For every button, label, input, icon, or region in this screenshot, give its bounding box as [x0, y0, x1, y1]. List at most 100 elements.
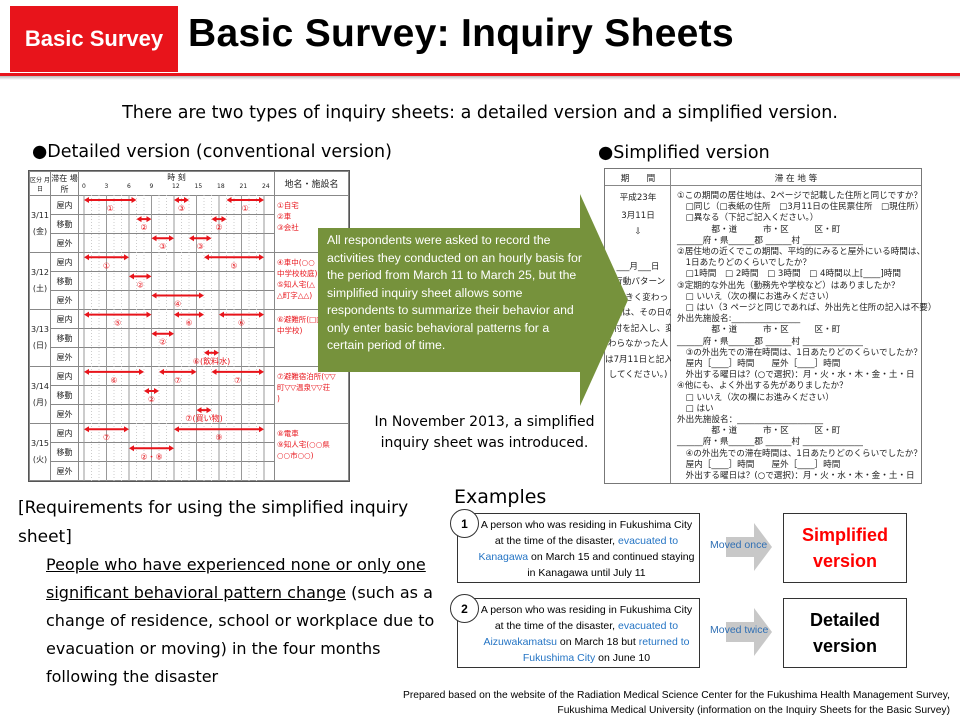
activity-bar: ⑤ [204, 254, 264, 270]
place-type: 移動 [50, 271, 79, 291]
activity-bar: ③ [151, 235, 174, 251]
place-note: ⑧電車 [277, 429, 299, 438]
activity-bar: ⑦(買い物) [185, 407, 223, 423]
activity-label: ④ [174, 300, 181, 309]
form-line: ③定期的な外出先（勤務先や学校など）はありましたか？ [677, 280, 900, 291]
day-weekday: (金) [32, 227, 48, 236]
detailed-inquiry-sheet-image: 区分 月日 滞在 場所 時 刻 0 3 6 9 12 15 18 21 24 地名・施設名 3/11 (金)… [28, 170, 350, 482]
example-description: A person who was residing in Fukushima C… [457, 513, 700, 583]
activity-label: ③ [159, 242, 166, 251]
activity-bar: ① [84, 254, 129, 270]
day-weekday: (土) [32, 284, 48, 293]
activity-bar: ⑥(飲料水) [193, 349, 230, 366]
form-line: ______府・県______郡 ______村 ______________ [677, 336, 863, 347]
examples-heading: Examples [454, 486, 547, 508]
title-divider-shadow [0, 76, 960, 80]
source-line-1: Prepared based on the website of the Rad… [403, 690, 950, 701]
introduction-note: In November 2013, a simplified inquiry s… [374, 414, 595, 451]
col-stay: 滞 在 地 等 [774, 174, 818, 184]
activity-bar: ② [129, 273, 152, 289]
hour-tick: 21 [239, 183, 248, 190]
place-type: 移動 [50, 385, 79, 405]
result-label: Detailed version [809, 610, 881, 656]
activity-label: ⑦(買い物) [185, 413, 222, 423]
activity-bar: ⑦ [159, 368, 197, 385]
activity-bar: ② [144, 388, 159, 404]
form-line: □同じ（□表紙の住所 □3月11日の住民票住所 □現住所） [677, 202, 924, 213]
place-type: 屋内 [50, 423, 79, 443]
form-line: ______府・県______郡 ______村 ______________ [677, 437, 863, 448]
place-type: 移動 [50, 214, 79, 234]
timeline-bars: ① ③ ① ② ② ③ ③ ① ⑤ ② ④ ⑤ ⑥ ⑥ ② ⑥(飲料水) ⑥ ⑦ ⑦ ② ⑦(買い物) ⑦ ⑨ ②・⑧ [83, 195, 265, 481]
activity-bar: ⑥ [219, 311, 264, 328]
hour-tick: 6 [127, 183, 131, 190]
activity-bar: ⑥ [84, 368, 144, 385]
activity-bar: ⑨ [174, 426, 264, 442]
detailed-heading: ●Detailed version (conventional version) [32, 142, 392, 162]
place-note: ⑨知人宅(○○県 [277, 440, 330, 449]
hour-tick: 0 [82, 183, 86, 190]
day-date: 3/11 [31, 211, 49, 220]
day-cell: 3/12 (土) [29, 252, 51, 310]
place-type: 屋内 [50, 309, 79, 329]
place-type: 屋内 [50, 366, 79, 386]
activity-bar: ② [136, 216, 152, 232]
day-date: 3/15 [31, 439, 49, 448]
activity-label: ③ [178, 204, 185, 213]
activity-label: ⑤ [114, 319, 121, 328]
activity-label: ② [137, 280, 144, 289]
place-type: 屋外 [50, 347, 79, 367]
activity-bar: ③ [189, 235, 212, 251]
place-type: 移動 [50, 442, 79, 462]
form-line: 1日あたりどのくらいでしたか？ [677, 258, 812, 269]
example-text: on March 18 but [557, 636, 639, 648]
place-type: 移動 [50, 328, 79, 348]
place-type: 屋外 [50, 404, 79, 424]
place-note: ○○市○○) [277, 451, 314, 460]
activity-label: ② [140, 223, 147, 232]
day-cell: 3/13 (日) [29, 309, 51, 367]
col-place: 滞在 場所 [50, 171, 79, 196]
activity-label: ⑥ [238, 319, 245, 328]
activity-label: ⑥ [110, 376, 117, 385]
form-line: 都・道 市・区 区・町 [677, 325, 841, 336]
form-line: 都・道 市・区 区・町 [677, 224, 841, 235]
hour-tick: 15 [194, 183, 203, 190]
form-line: 都・道 市・区 区・町 [677, 426, 841, 437]
day-cell: 3/15 (火) [29, 423, 51, 481]
col-names: 地名・施設名 [274, 171, 349, 196]
form-line: ④他にも、よく外出する先がありましたか？ [677, 381, 848, 392]
simplified-heading: ●Simplified version [598, 143, 770, 163]
activity-label: ① [242, 204, 249, 213]
activity-bar: ⑦ [84, 426, 129, 442]
form-line: 屋内［____］時間 屋外［____］時間 [677, 359, 841, 369]
example-number: 2 [450, 594, 479, 623]
source-line-2: Fukushima Medical University (informatio… [557, 705, 950, 716]
hour-tick: 9 [149, 183, 154, 190]
day-cell: 3/14 (月) [29, 366, 51, 424]
activity-label: ① [107, 204, 114, 213]
form-line: 外出する曜日は？(○で選択)：月・火・水・木・金・土・日 [677, 370, 915, 381]
form-line: □ はい（3 ページと同じであれば、外出先と住所の記入は不要） [677, 303, 937, 313]
result-version: Simplified version [783, 513, 907, 583]
form-line: 外出先施設名：____________________ [677, 415, 824, 425]
day-weekday: (火) [32, 455, 48, 464]
activity-bar: ③ [174, 197, 189, 213]
place-type: 屋外 [50, 461, 79, 481]
day-weekday: (月) [32, 398, 48, 407]
form-line: ④の外出先での滞在時間は、1日あたりどのくらいでしたか？ [677, 448, 922, 459]
col-date: 区分 月日 [29, 171, 51, 196]
place-notes: ⑧電車 ⑨知人宅(○○県 ○○市○○) [274, 423, 349, 481]
example-description: A person who was residing in Fukushima C… [457, 598, 700, 668]
activity-label: ② [148, 395, 155, 404]
form-line: 外出先施設名:________________ [677, 314, 801, 325]
activity-label: ⑥ [185, 319, 192, 328]
hour-tick: 3 [104, 183, 109, 190]
form-line: 屋内［____］時間 屋外［____］時間 [677, 459, 841, 470]
form-line: □ はい [677, 403, 714, 414]
form-line: ②居住地の近くでこの期間、平均的にみると屋外にいる時間は、 [677, 247, 926, 257]
col-time: 時 刻 [167, 173, 186, 182]
form-line: ______府・県______郡 ______村 ______________ [677, 235, 863, 246]
activity-label: ③ [197, 242, 204, 251]
activity-label: ⑦ [234, 376, 241, 385]
